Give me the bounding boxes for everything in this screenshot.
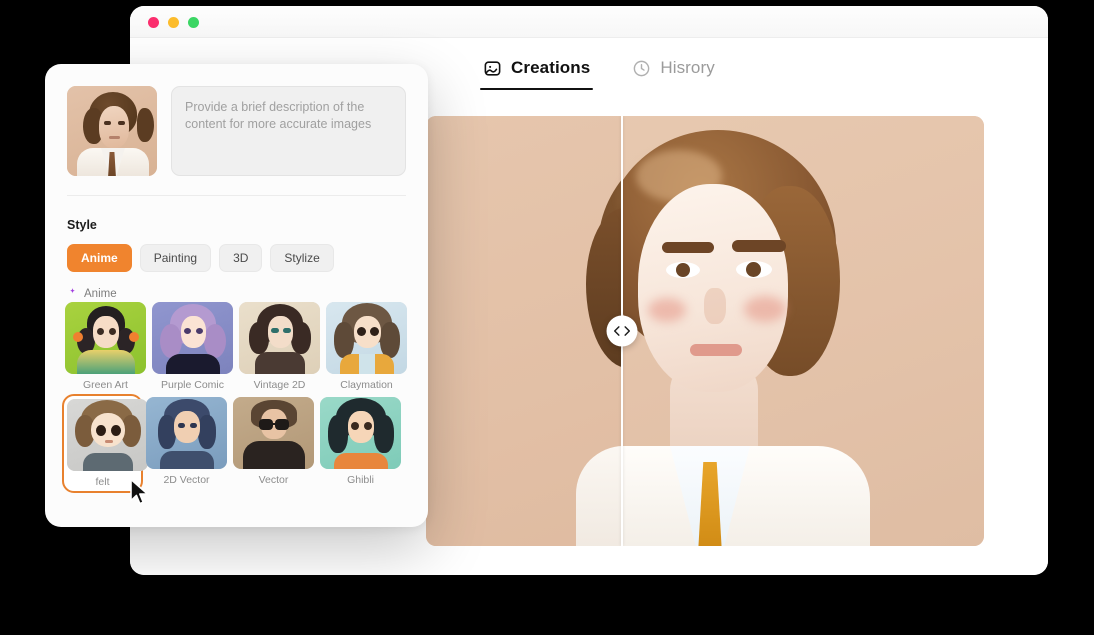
maximize-button[interactable] bbox=[188, 17, 199, 28]
tab-history-label: Hisrory bbox=[660, 58, 715, 77]
style-card-ghibli[interactable]: Ghibli bbox=[320, 397, 401, 490]
style-thumbnail bbox=[146, 397, 227, 469]
style-card-label: Green Art bbox=[83, 379, 128, 391]
style-card-label: Claymation bbox=[340, 379, 393, 391]
style-thumbnail bbox=[326, 302, 407, 374]
style-card-vector[interactable]: Vector bbox=[233, 397, 314, 490]
style-card-vintage-2d[interactable]: Vintage 2D bbox=[239, 302, 320, 391]
style-thumbnail bbox=[152, 302, 233, 374]
style-card-felt[interactable]: felt bbox=[62, 394, 148, 493]
comparison-left-original bbox=[426, 116, 622, 546]
image-icon bbox=[483, 59, 502, 78]
chip-painting[interactable]: Painting bbox=[139, 244, 212, 272]
chip-anime[interactable]: Anime bbox=[67, 244, 132, 272]
style-thumbnail bbox=[233, 397, 314, 469]
style-section-title: Style bbox=[67, 218, 97, 232]
style-card-label: 2D Vector bbox=[163, 474, 210, 486]
comparison-slider-handle[interactable] bbox=[606, 315, 638, 347]
chevron-right-icon bbox=[624, 326, 631, 336]
style-card-2d-vector[interactable]: 2D Vector bbox=[146, 397, 227, 490]
style-thumbnail bbox=[67, 399, 148, 471]
tab-history[interactable]: Hisrory bbox=[632, 58, 715, 90]
source-portrait-thumbnail[interactable] bbox=[67, 86, 157, 176]
before-after-comparison[interactable] bbox=[426, 116, 984, 546]
panel-divider bbox=[67, 195, 406, 196]
minimize-button[interactable] bbox=[168, 17, 179, 28]
sparkle-icon bbox=[67, 285, 78, 303]
style-card-label: Ghibli bbox=[347, 474, 374, 486]
style-category-chips: Anime Painting 3D Stylize bbox=[67, 244, 334, 272]
main-tabs: Creations Hisrory bbox=[479, 58, 715, 90]
prompt-row: Provide a brief description of the conte… bbox=[67, 86, 406, 176]
style-card-label: Purple Comic bbox=[160, 379, 225, 391]
clock-icon bbox=[632, 59, 651, 78]
style-grid: Green Art Purple Comic Vintage 2D Clayma… bbox=[62, 302, 409, 493]
style-panel: Provide a brief description of the conte… bbox=[45, 64, 428, 527]
style-card-green-art[interactable]: Green Art bbox=[65, 302, 146, 391]
style-thumbnail bbox=[65, 302, 146, 374]
tab-creations[interactable]: Creations bbox=[479, 58, 594, 90]
window-titlebar bbox=[130, 6, 1048, 38]
close-button[interactable] bbox=[148, 17, 159, 28]
style-thumbnail bbox=[239, 302, 320, 374]
comparison-right-stylized bbox=[622, 116, 984, 546]
style-group-header: Anime bbox=[67, 285, 117, 303]
prompt-input[interactable]: Provide a brief description of the conte… bbox=[171, 86, 406, 176]
style-group-label: Anime bbox=[84, 288, 117, 300]
style-card-claymation[interactable]: Claymation bbox=[326, 302, 407, 391]
chip-stylize[interactable]: Stylize bbox=[270, 244, 334, 272]
tab-creations-label: Creations bbox=[511, 58, 591, 77]
traffic-light-controls bbox=[148, 17, 199, 28]
style-card-purple-comic[interactable]: Purple Comic bbox=[152, 302, 233, 391]
prompt-placeholder: Provide a brief description of the conte… bbox=[185, 100, 372, 131]
chevron-left-icon bbox=[613, 326, 620, 336]
chip-3d[interactable]: 3D bbox=[219, 244, 263, 272]
screen: Creations Hisrory Provide a brief descri… bbox=[0, 0, 1094, 635]
style-card-label: Vintage 2D bbox=[253, 379, 306, 391]
style-card-label: felt bbox=[95, 476, 110, 488]
style-card-label: Vector bbox=[258, 474, 289, 486]
style-thumbnail bbox=[320, 397, 401, 469]
